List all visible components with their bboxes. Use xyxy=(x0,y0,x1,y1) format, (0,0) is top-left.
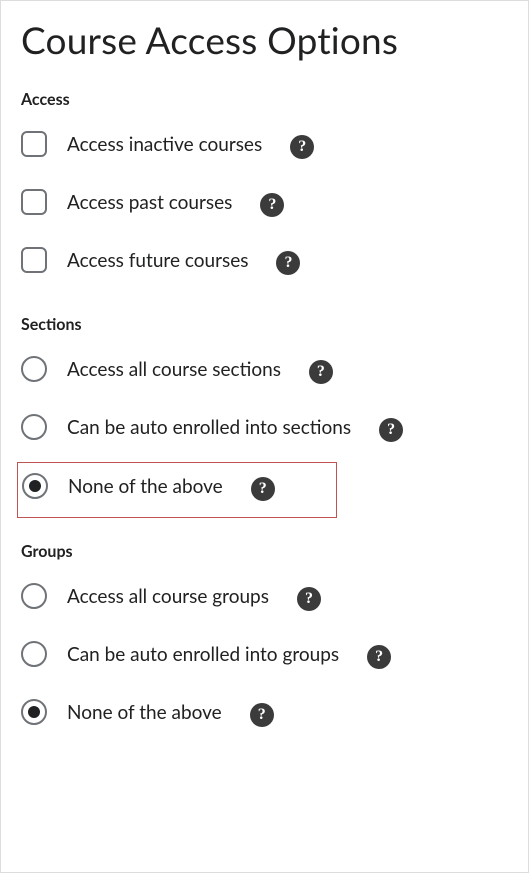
groups-option-none: None of the above ? xyxy=(21,697,510,727)
help-icon[interactable]: ? xyxy=(260,193,284,217)
radio-sections-none[interactable] xyxy=(22,473,48,499)
access-option-future: Access future courses ? xyxy=(21,245,510,275)
option-label: None of the above xyxy=(67,701,222,724)
access-option-inactive: Access inactive courses ? xyxy=(21,129,510,159)
help-icon[interactable]: ? xyxy=(297,587,321,611)
radio-sections-all[interactable] xyxy=(21,356,47,382)
option-label: Access all course sections xyxy=(67,358,281,381)
option-label: Can be auto enrolled into groups xyxy=(67,643,339,666)
help-icon[interactable]: ? xyxy=(276,251,300,275)
checkbox-access-inactive[interactable] xyxy=(21,131,47,157)
groups-heading: Groups xyxy=(21,542,510,561)
option-label: Access inactive courses xyxy=(67,133,262,156)
checkbox-access-past[interactable] xyxy=(21,189,47,215)
checkbox-access-future[interactable] xyxy=(21,247,47,273)
radio-sections-auto-enroll[interactable] xyxy=(21,414,47,440)
help-icon[interactable]: ? xyxy=(379,418,403,442)
help-icon[interactable]: ? xyxy=(309,360,333,384)
radio-groups-none[interactable] xyxy=(21,699,47,725)
sections-option-none: None of the above ? xyxy=(21,470,510,502)
course-access-panel: Course Access Options Access Access inac… xyxy=(0,0,529,873)
help-icon[interactable]: ? xyxy=(251,477,275,501)
option-label: Access past courses xyxy=(67,191,232,214)
sections-option-auto-enroll: Can be auto enrolled into sections ? xyxy=(21,412,510,442)
option-label: Access all course groups xyxy=(67,585,269,608)
sections-option-all: Access all course sections ? xyxy=(21,354,510,384)
option-label: None of the above xyxy=(68,475,223,498)
access-option-list: Access inactive courses ? Access past co… xyxy=(21,129,510,275)
groups-option-list: Access all course groups ? Can be auto e… xyxy=(21,581,510,727)
sections-option-list: Access all course sections ? Can be auto… xyxy=(21,354,510,502)
page-title: Course Access Options xyxy=(21,17,510,62)
option-label: Can be auto enrolled into sections xyxy=(67,416,351,439)
sections-heading: Sections xyxy=(21,315,510,334)
option-label: Access future courses xyxy=(67,249,248,272)
help-icon[interactable]: ? xyxy=(290,135,314,159)
groups-option-auto-enroll: Can be auto enrolled into groups ? xyxy=(21,639,510,669)
radio-groups-auto-enroll[interactable] xyxy=(21,641,47,667)
help-icon[interactable]: ? xyxy=(367,645,391,669)
radio-groups-all[interactable] xyxy=(21,583,47,609)
help-icon[interactable]: ? xyxy=(250,703,274,727)
access-option-past: Access past courses ? xyxy=(21,187,510,217)
groups-option-all: Access all course groups ? xyxy=(21,581,510,611)
access-heading: Access xyxy=(21,90,510,109)
highlight-box: None of the above ? xyxy=(17,462,337,518)
